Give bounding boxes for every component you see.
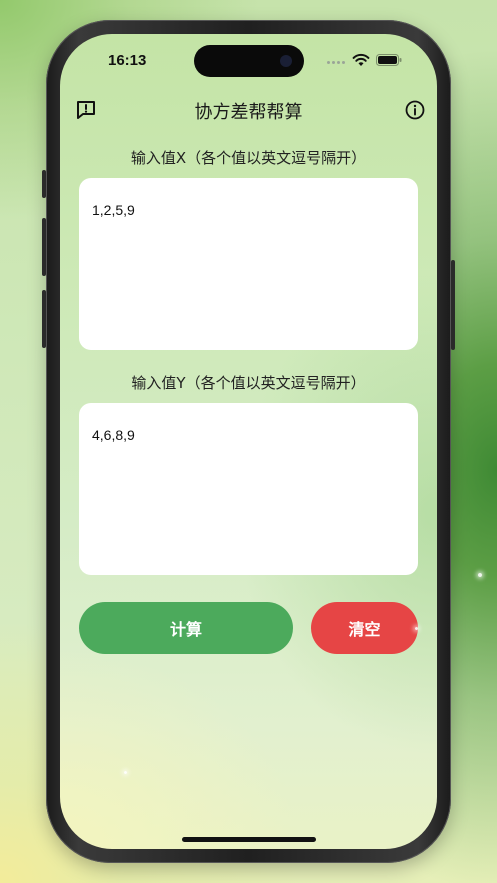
power-button xyxy=(451,260,455,350)
dynamic-island xyxy=(194,45,304,77)
camera-icon xyxy=(280,55,292,67)
sparkle xyxy=(478,573,482,577)
volume-up-button xyxy=(42,218,46,276)
action-button xyxy=(42,170,46,198)
status-time: 16:13 xyxy=(108,52,147,69)
info-icon[interactable] xyxy=(404,99,426,121)
signal-icon xyxy=(327,61,345,64)
wifi-icon xyxy=(352,53,370,66)
home-indicator[interactable] xyxy=(182,837,316,842)
volume-down-button xyxy=(42,290,46,348)
battery-icon xyxy=(376,54,402,66)
x-values-input[interactable]: 1,2,5,9 xyxy=(79,178,418,350)
sparkle xyxy=(415,627,418,630)
sparkle xyxy=(124,771,127,774)
y-input-label: 输入值Y（各个值以英文逗号隔开） xyxy=(131,374,366,392)
app-header: 协方差帮帮算 xyxy=(60,96,437,126)
clear-button[interactable]: 清空 xyxy=(311,602,418,654)
page-title: 协方差帮帮算 xyxy=(194,102,303,123)
y-values-input[interactable]: 4,6,8,9 xyxy=(79,403,418,575)
calculate-button[interactable]: 计算 xyxy=(79,602,293,654)
app-screen: 16:13 协方差帮帮算 输入值X（各个值以英文逗号隔开） 1,2,5,9 输入… xyxy=(60,34,437,849)
x-input-label: 输入值X（各个值以英文逗号隔开） xyxy=(130,149,367,167)
